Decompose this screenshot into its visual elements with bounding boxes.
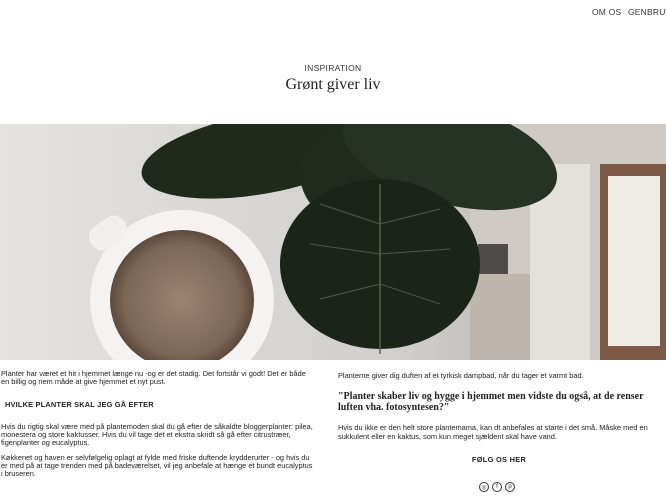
pull-quote: "Planter skaber liv og hygge i hjemmet m… <box>338 391 644 413</box>
instagram-icon[interactable]: ◎ <box>479 482 489 492</box>
left-column: Planter har været et hit i hjemmet længe… <box>1 369 313 485</box>
hero-photo <box>0 124 666 360</box>
steam-paragraph: Planterne giver dig duften af et tyrkisk… <box>338 371 584 380</box>
page-title: Grønt giver liv <box>285 76 381 93</box>
kitchen-paragraph: Køkkenet og haven er selvfølgelig oplagt… <box>1 452 313 479</box>
beginner-paragraph: Hvis du ikke er den helt store plantemam… <box>338 423 648 441</box>
social-links: ◎ f p <box>479 482 515 492</box>
hero-image <box>0 124 666 360</box>
page-kicker: INSPIRATION <box>304 63 362 73</box>
plants-paragraph: Hvis du rigtig skal være med på plantemo… <box>1 421 313 448</box>
nav-link-om-os[interactable]: OM OS <box>592 7 621 17</box>
facebook-icon[interactable]: f <box>492 482 502 492</box>
right-column: Planterne giver dig duften af et tyrkisk… <box>338 371 660 447</box>
nav-link-genbrug[interactable]: GENBRUG <box>628 7 666 17</box>
intro-paragraph: Planter har været et hit i hjemmet længe… <box>1 369 306 387</box>
section-heading: HVILKE PLANTER SKAL JEG GÅ EFTER <box>5 399 154 409</box>
pinterest-icon[interactable]: p <box>505 482 515 492</box>
follow-us-label: FØLG OS HER <box>471 455 527 464</box>
